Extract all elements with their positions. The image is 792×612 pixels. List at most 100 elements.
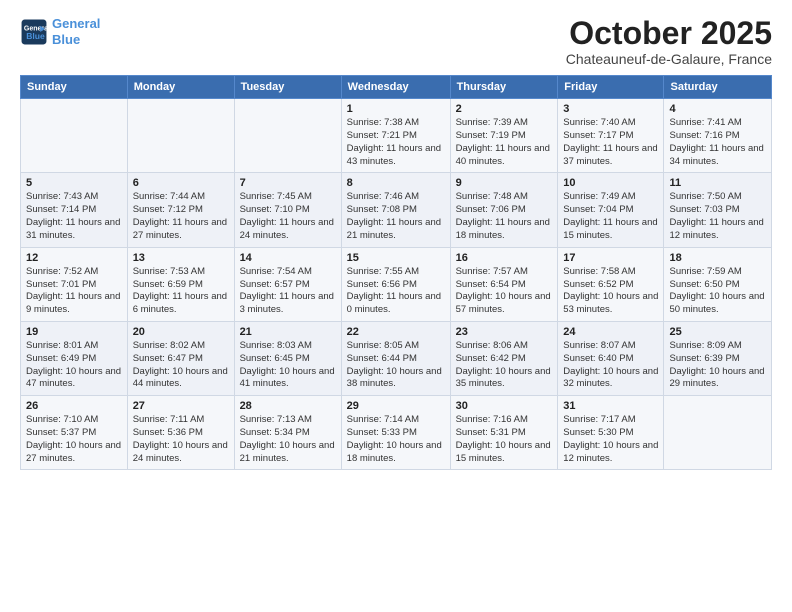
day-number: 11 bbox=[669, 177, 766, 189]
calendar-week-2: 5 Sunrise: 7:43 AM Sunset: 7:14 PM Daylig… bbox=[21, 173, 772, 247]
calendar-cell: 2Sunrise: 7:39 AM Sunset: 7:19 PM Daylig… bbox=[450, 99, 558, 173]
calendar-cell bbox=[664, 396, 772, 470]
day-info: Sunrise: 7:55 AM Sunset: 6:56 PM Dayligh… bbox=[347, 266, 445, 317]
day-info: Sunrise: 8:02 AM Sunset: 6:47 PM Dayligh… bbox=[133, 340, 229, 391]
calendar-cell: 8Sunrise: 7:46 AM Sunset: 7:08 PM Daylig… bbox=[341, 173, 450, 247]
calendar-cell: 25Sunrise: 8:09 AM Sunset: 6:39 PM Dayli… bbox=[664, 321, 772, 395]
day-number: 23 bbox=[456, 326, 553, 338]
calendar-cell bbox=[21, 99, 128, 173]
calendar-cell bbox=[127, 99, 234, 173]
day-number: 13 bbox=[133, 252, 229, 264]
day-info: Sunrise: 7:13 AM Sunset: 5:34 PM Dayligh… bbox=[240, 414, 336, 465]
day-info: Sunrise: 7:17 AM Sunset: 5:30 PM Dayligh… bbox=[563, 414, 658, 465]
day-number: 20 bbox=[133, 326, 229, 338]
col-header-wednesday: Wednesday bbox=[341, 76, 450, 99]
day-number: 24 bbox=[563, 326, 658, 338]
calendar-cell: 16 Sunrise: 7:57 AM Sunset: 6:54 PM Dayli… bbox=[450, 247, 558, 321]
calendar-table: SundayMondayTuesdayWednesdayThursdayFrid… bbox=[20, 75, 772, 470]
calendar-cell: 5 Sunrise: 7:43 AM Sunset: 7:14 PM Daylig… bbox=[21, 173, 128, 247]
day-info: Sunrise: 7:43 AM Sunset: 7:14 PM Dayligh… bbox=[26, 191, 122, 242]
day-number: 7 bbox=[240, 177, 336, 189]
logo-icon: General Blue bbox=[20, 18, 48, 46]
calendar-cell: 9 Sunrise: 7:48 AM Sunset: 7:06 PM Daylig… bbox=[450, 173, 558, 247]
calendar-cell: 12 Sunrise: 7:52 AM Sunset: 7:01 PM Dayli… bbox=[21, 247, 128, 321]
calendar-cell: 4Sunrise: 7:41 AM Sunset: 7:16 PM Daylig… bbox=[664, 99, 772, 173]
calendar-header-row: SundayMondayTuesdayWednesdayThursdayFrid… bbox=[21, 76, 772, 99]
day-info: Sunrise: 8:05 AM Sunset: 6:44 PM Dayligh… bbox=[347, 340, 445, 391]
calendar-cell: 19 Sunrise: 8:01 AM Sunset: 6:49 PM Dayli… bbox=[21, 321, 128, 395]
calendar-cell: 10Sunrise: 7:49 AM Sunset: 7:04 PM Dayli… bbox=[558, 173, 664, 247]
day-info: Sunrise: 7:54 AM Sunset: 6:57 PM Dayligh… bbox=[240, 266, 336, 317]
day-number: 21 bbox=[240, 326, 336, 338]
col-header-friday: Friday bbox=[558, 76, 664, 99]
calendar-cell: 29Sunrise: 7:14 AM Sunset: 5:33 PM Dayli… bbox=[341, 396, 450, 470]
day-number: 1 bbox=[347, 103, 445, 115]
calendar-cell: 31 Sunrise: 7:17 AM Sunset: 5:30 PM Dayli… bbox=[558, 396, 664, 470]
day-number: 10 bbox=[563, 177, 658, 189]
col-header-thursday: Thursday bbox=[450, 76, 558, 99]
day-number: 19 bbox=[26, 326, 122, 338]
day-number: 2 bbox=[456, 103, 553, 115]
calendar-week-3: 12 Sunrise: 7:52 AM Sunset: 7:01 PM Dayli… bbox=[21, 247, 772, 321]
day-info: Sunrise: 8:06 AM Sunset: 6:42 PM Dayligh… bbox=[456, 340, 553, 391]
day-info: Sunrise: 7:11 AM Sunset: 5:36 PM Dayligh… bbox=[133, 414, 229, 465]
day-number: 30 bbox=[456, 400, 553, 412]
page-title: October 2025 bbox=[566, 16, 772, 51]
day-info: Sunrise: 7:44 AM Sunset: 7:12 PM Dayligh… bbox=[133, 191, 229, 242]
day-info: Sunrise: 7:46 AM Sunset: 7:08 PM Dayligh… bbox=[347, 191, 445, 242]
calendar-cell: 1 Sunrise: 7:38 AM Sunset: 7:21 PM Daylig… bbox=[341, 99, 450, 173]
day-number: 18 bbox=[669, 252, 766, 264]
day-number: 22 bbox=[347, 326, 445, 338]
day-number: 28 bbox=[240, 400, 336, 412]
calendar-week-1: 1 Sunrise: 7:38 AM Sunset: 7:21 PM Daylig… bbox=[21, 99, 772, 173]
day-info: Sunrise: 7:58 AM Sunset: 6:52 PM Dayligh… bbox=[563, 266, 658, 317]
day-number: 17 bbox=[563, 252, 658, 264]
day-number: 12 bbox=[26, 252, 122, 264]
day-number: 29 bbox=[347, 400, 445, 412]
calendar-cell: 18Sunrise: 7:59 AM Sunset: 6:50 PM Dayli… bbox=[664, 247, 772, 321]
calendar-cell: 14Sunrise: 7:54 AM Sunset: 6:57 PM Dayli… bbox=[234, 247, 341, 321]
col-header-tuesday: Tuesday bbox=[234, 76, 341, 99]
day-number: 5 bbox=[26, 177, 122, 189]
day-info: Sunrise: 7:41 AM Sunset: 7:16 PM Dayligh… bbox=[669, 117, 766, 168]
day-number: 26 bbox=[26, 400, 122, 412]
calendar-cell: 13 Sunrise: 7:53 AM Sunset: 6:59 PM Dayli… bbox=[127, 247, 234, 321]
calendar-cell: 21 Sunrise: 8:03 AM Sunset: 6:45 PM Dayli… bbox=[234, 321, 341, 395]
page-container: General Blue General Blue October 2025 C… bbox=[0, 0, 792, 480]
day-info: Sunrise: 7:52 AM Sunset: 7:01 PM Dayligh… bbox=[26, 266, 122, 317]
day-number: 6 bbox=[133, 177, 229, 189]
calendar-cell: 3Sunrise: 7:40 AM Sunset: 7:17 PM Daylig… bbox=[558, 99, 664, 173]
day-info: Sunrise: 7:45 AM Sunset: 7:10 PM Dayligh… bbox=[240, 191, 336, 242]
svg-text:Blue: Blue bbox=[26, 31, 45, 41]
logo-text: General Blue bbox=[52, 16, 100, 47]
calendar-cell: 15 Sunrise: 7:55 AM Sunset: 6:56 PM Dayli… bbox=[341, 247, 450, 321]
calendar-cell: 6 Sunrise: 7:44 AM Sunset: 7:12 PM Daylig… bbox=[127, 173, 234, 247]
page-subtitle: Chateauneuf-de-Galaure, France bbox=[566, 51, 772, 67]
header: General Blue General Blue October 2025 C… bbox=[20, 16, 772, 67]
day-number: 15 bbox=[347, 252, 445, 264]
calendar-cell: 27Sunrise: 7:11 AM Sunset: 5:36 PM Dayli… bbox=[127, 396, 234, 470]
day-info: Sunrise: 7:16 AM Sunset: 5:31 PM Dayligh… bbox=[456, 414, 553, 465]
calendar-cell: 17 Sunrise: 7:58 AM Sunset: 6:52 PM Dayli… bbox=[558, 247, 664, 321]
day-info: Sunrise: 7:57 AM Sunset: 6:54 PM Dayligh… bbox=[456, 266, 553, 317]
day-info: Sunrise: 7:53 AM Sunset: 6:59 PM Dayligh… bbox=[133, 266, 229, 317]
logo: General Blue General Blue bbox=[20, 16, 100, 47]
calendar-cell: 30 Sunrise: 7:16 AM Sunset: 5:31 PM Dayli… bbox=[450, 396, 558, 470]
calendar-cell: 24Sunrise: 8:07 AM Sunset: 6:40 PM Dayli… bbox=[558, 321, 664, 395]
calendar-cell: 28 Sunrise: 7:13 AM Sunset: 5:34 PM Dayli… bbox=[234, 396, 341, 470]
day-info: Sunrise: 7:38 AM Sunset: 7:21 PM Dayligh… bbox=[347, 117, 445, 168]
day-info: Sunrise: 8:01 AM Sunset: 6:49 PM Dayligh… bbox=[26, 340, 122, 391]
col-header-sunday: Sunday bbox=[21, 76, 128, 99]
calendar-cell: 26Sunrise: 7:10 AM Sunset: 5:37 PM Dayli… bbox=[21, 396, 128, 470]
day-info: Sunrise: 8:03 AM Sunset: 6:45 PM Dayligh… bbox=[240, 340, 336, 391]
col-header-saturday: Saturday bbox=[664, 76, 772, 99]
day-info: Sunrise: 7:48 AM Sunset: 7:06 PM Dayligh… bbox=[456, 191, 553, 242]
calendar-week-5: 26Sunrise: 7:10 AM Sunset: 5:37 PM Dayli… bbox=[21, 396, 772, 470]
day-number: 31 bbox=[563, 400, 658, 412]
calendar-cell: 7 Sunrise: 7:45 AM Sunset: 7:10 PM Daylig… bbox=[234, 173, 341, 247]
day-number: 16 bbox=[456, 252, 553, 264]
calendar-cell: 22 Sunrise: 8:05 AM Sunset: 6:44 PM Dayli… bbox=[341, 321, 450, 395]
day-number: 9 bbox=[456, 177, 553, 189]
calendar-cell: 23 Sunrise: 8:06 AM Sunset: 6:42 PM Dayli… bbox=[450, 321, 558, 395]
title-block: October 2025 Chateauneuf-de-Galaure, Fra… bbox=[566, 16, 772, 67]
